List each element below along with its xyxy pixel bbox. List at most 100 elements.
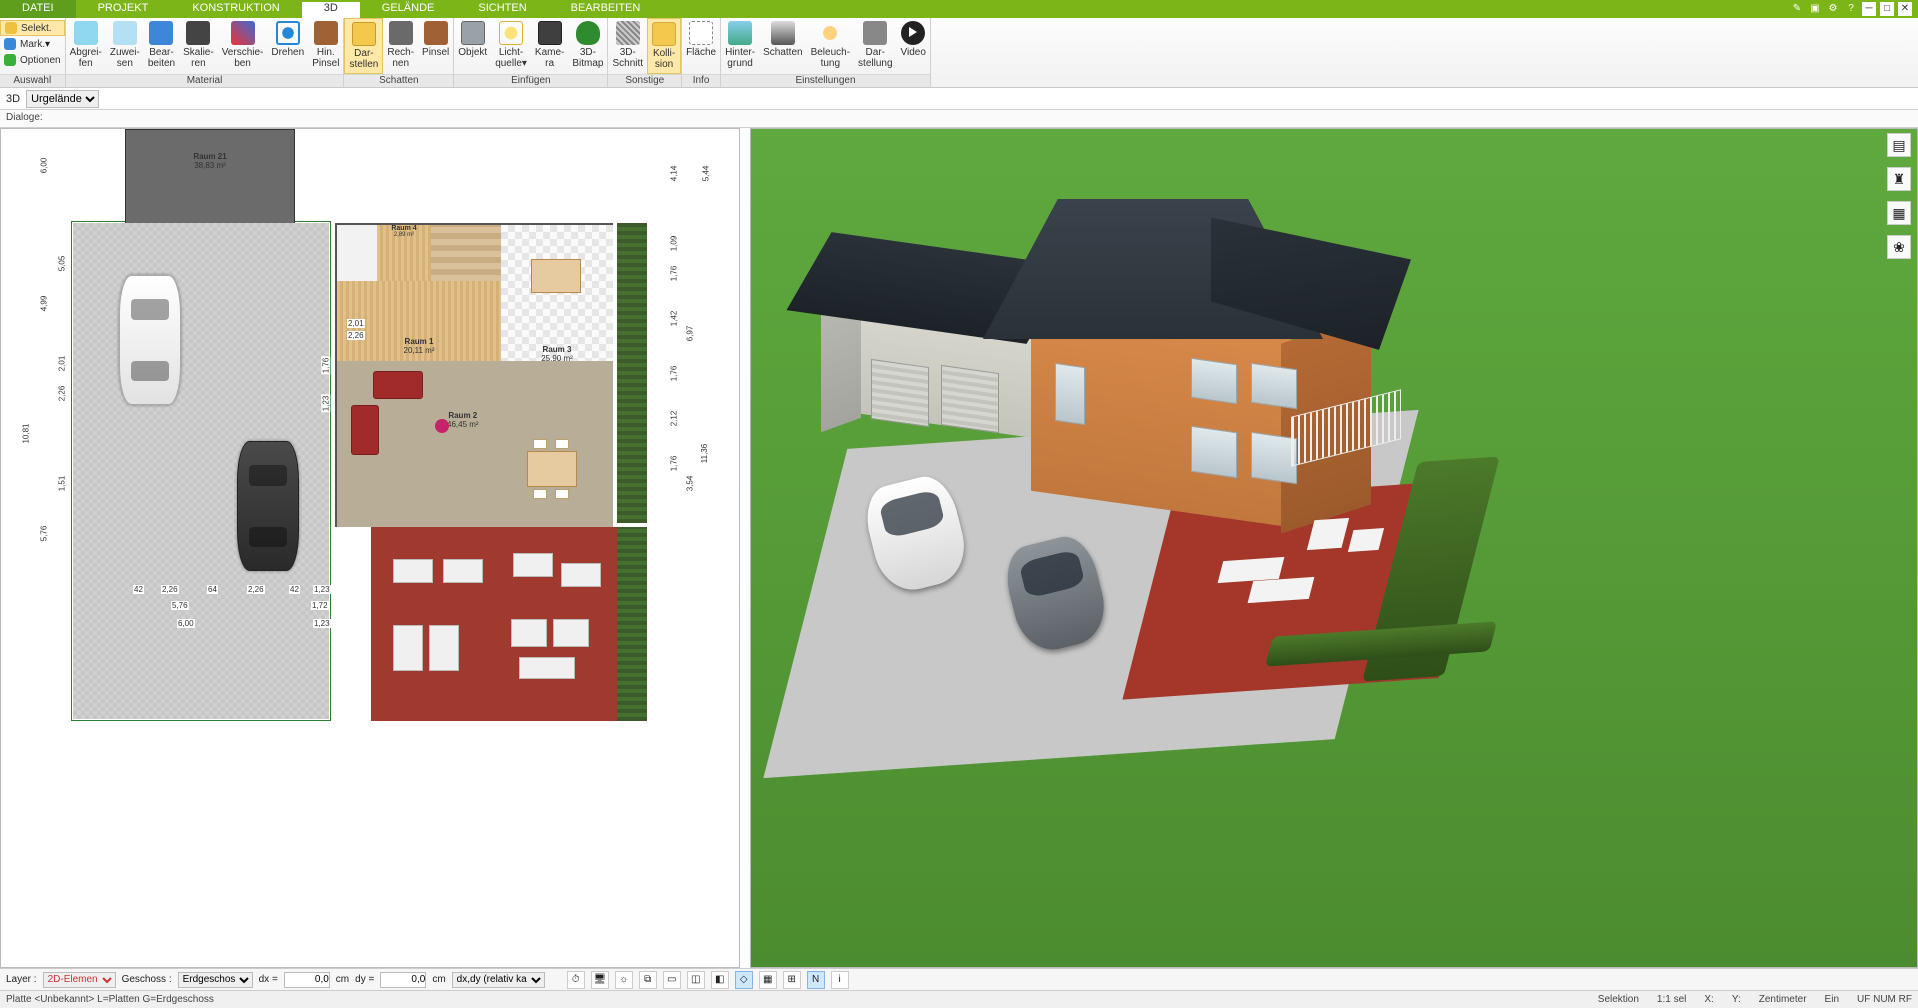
- pencil-icon[interactable]: ✎: [1790, 2, 1804, 16]
- move-material[interactable]: Verschie- ben: [218, 18, 268, 74]
- group-label: Auswahl: [0, 74, 65, 87]
- dy-input[interactable]: [380, 972, 426, 988]
- render-shadow[interactable]: Dar- stellen: [344, 18, 383, 74]
- lighting-settings[interactable]: Beleuch- tung: [807, 18, 854, 74]
- status-unit: Zentimeter: [1759, 994, 1807, 1005]
- options-tool[interactable]: Optionen: [0, 52, 65, 68]
- toggle-11[interactable]: i: [831, 971, 849, 989]
- dx-input[interactable]: [284, 972, 330, 988]
- chevron-down-icon: ▾: [45, 39, 50, 50]
- layer-select[interactable]: Urgelände: [26, 90, 99, 108]
- 3d-side-toolbar: ▤ ♜ ▦ ❀: [1887, 133, 1915, 259]
- settings-icon[interactable]: ⚙: [1826, 2, 1840, 16]
- ribbon: Selekt. Mark. ▾ Optionen Auswahl Abgrei-…: [0, 18, 1918, 88]
- toggle-9[interactable]: ⊞: [783, 971, 801, 989]
- 3d-view[interactable]: ▤ ♜ ▦ ❀: [750, 128, 1918, 968]
- collision[interactable]: Kolli- sion: [647, 18, 681, 74]
- insert-camera[interactable]: Kame- ra: [531, 18, 568, 74]
- status-bar: Platte <Unbekannt> L=Platten G=Erdgescho…: [0, 990, 1918, 1008]
- pick-material[interactable]: Abgrei- fen: [66, 18, 106, 74]
- toggle-0[interactable]: ⏱: [567, 971, 585, 989]
- group-label: Einstellungen: [721, 74, 930, 87]
- group-label: Schatten: [344, 74, 453, 87]
- menu-tab-datei[interactable]: DATEI: [0, 0, 76, 18]
- menu-tab-konstruktion[interactable]: KONSTRUKTION: [170, 0, 301, 18]
- floorplan-view[interactable]: Raum 21 38,83 m² Raum 4 2,89 m²: [0, 128, 740, 968]
- toggle-7[interactable]: ◇: [735, 971, 753, 989]
- status-x: X:: [1704, 994, 1713, 1005]
- dim-label: 6,97: [686, 325, 695, 343]
- layers-icon[interactable]: ▤: [1887, 133, 1911, 157]
- help-icon[interactable]: ?: [1844, 2, 1858, 16]
- dim-label: 2,26: [57, 385, 66, 403]
- minimize-button[interactable]: ─: [1862, 2, 1876, 16]
- assign-material[interactable]: Zuwei- sen: [106, 18, 144, 74]
- menu-tab-gelaende[interactable]: GELÄNDE: [360, 0, 457, 18]
- group-label: Info: [682, 74, 720, 87]
- layer-label: Layer :: [6, 974, 37, 985]
- layer-select-bottom[interactable]: 2D-Elemen: [43, 972, 116, 988]
- ribbon-group-info: Fläche Info: [682, 18, 721, 87]
- video-settings[interactable]: Video: [897, 18, 930, 74]
- pane-splitter[interactable]: [740, 128, 746, 968]
- plant-icon[interactable]: ❀: [1887, 235, 1911, 259]
- toggle-6[interactable]: ◧: [711, 971, 729, 989]
- menu-tab-3d[interactable]: 3D: [302, 0, 360, 18]
- toggle-2[interactable]: ☼: [615, 971, 633, 989]
- dim-label: 5,76: [39, 525, 48, 543]
- dim-label: 1,23: [321, 395, 330, 413]
- mark-tool[interactable]: Mark. ▾: [0, 36, 65, 52]
- background-settings[interactable]: Hinter- grund: [721, 18, 759, 74]
- insert-object[interactable]: Objekt: [454, 18, 491, 74]
- floor-label: Geschoss :: [122, 974, 172, 985]
- display-settings[interactable]: Dar- stellung: [854, 18, 896, 74]
- toggle-4[interactable]: ▭: [663, 971, 681, 989]
- group-label: Sonstige: [608, 74, 681, 87]
- dim-label: 2,26: [347, 331, 365, 340]
- menu-tab-bearbeiten[interactable]: BEARBEITEN: [549, 0, 663, 18]
- insert-light[interactable]: Licht- quelle▾: [491, 18, 531, 74]
- edit-material[interactable]: Bear- beiten: [144, 18, 179, 74]
- view-selector-bar: 3D Urgelände: [0, 88, 1918, 110]
- furniture-icon[interactable]: ♜: [1887, 167, 1911, 191]
- dim-label: 3,54: [686, 475, 695, 493]
- toggle-3[interactable]: ⧉: [639, 971, 657, 989]
- toggle-5[interactable]: ◫: [687, 971, 705, 989]
- select-tool[interactable]: Selekt.: [0, 20, 65, 36]
- calc-shadow[interactable]: Rech- nen: [383, 18, 418, 74]
- dim-label: 1,23: [313, 585, 331, 594]
- scale-material[interactable]: Skalie- ren: [179, 18, 218, 74]
- insert-3dbitmap[interactable]: 3D- Bitmap: [568, 18, 607, 74]
- status-snap: Ein: [1825, 994, 1839, 1005]
- dx-unit: cm: [336, 974, 349, 985]
- shadow-settings[interactable]: Schatten: [759, 18, 806, 74]
- menu-tab-sichten[interactable]: SICHTEN: [456, 0, 548, 18]
- rotate-material[interactable]: Drehen: [267, 18, 308, 74]
- 3d-section[interactable]: 3D- Schnitt: [608, 18, 647, 74]
- dim-label: 1,72: [311, 601, 329, 610]
- floor-select[interactable]: Erdgeschos: [178, 972, 253, 988]
- palette-icon[interactable]: ▦: [1887, 201, 1911, 225]
- dim-label: 64: [207, 585, 218, 594]
- shadow-brush[interactable]: Pinsel: [418, 18, 453, 74]
- coord-mode-select[interactable]: dx,dy (relativ ka: [452, 972, 545, 988]
- maximize-button[interactable]: □: [1880, 2, 1894, 16]
- room-2: Raum 2 46,45 m²: [337, 361, 613, 527]
- dialog-label: Dialoge:: [6, 112, 43, 123]
- view-mode-label: 3D: [6, 93, 20, 105]
- status-selcount: 1:1 sel: [1657, 994, 1686, 1005]
- toggle-8[interactable]: ▦: [759, 971, 777, 989]
- close-button[interactable]: ✕: [1898, 2, 1912, 16]
- toggle-1[interactable]: 🖥: [591, 971, 609, 989]
- brush-tool[interactable]: Hin. Pinsel: [308, 18, 343, 74]
- toggle-10[interactable]: N: [807, 971, 825, 989]
- dim-label: 10,81: [22, 422, 31, 444]
- dim-label: 2,01: [57, 355, 66, 373]
- dim-label: 2,26: [161, 585, 179, 594]
- dim-label: 1,42: [670, 310, 679, 328]
- dim-label: 1,09: [670, 235, 679, 253]
- toolbox-icon[interactable]: ▣: [1808, 2, 1822, 16]
- area-info[interactable]: Fläche: [682, 18, 720, 74]
- menu-tab-projekt[interactable]: PROJEKT: [76, 0, 171, 18]
- dim-label: 2,12: [670, 410, 679, 428]
